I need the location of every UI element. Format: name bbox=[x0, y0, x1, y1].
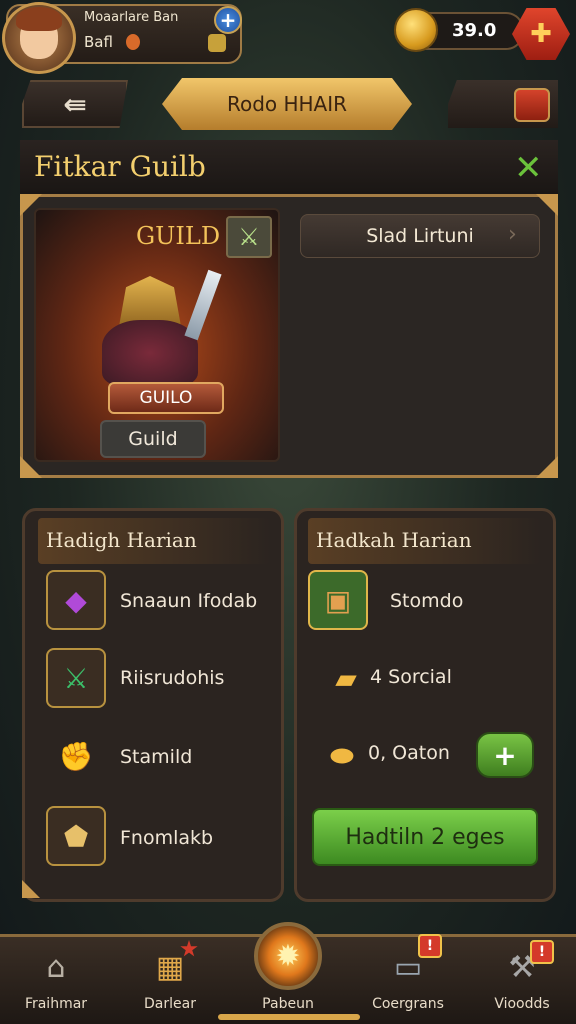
gold-nugget-icon[interactable]: ⬬ bbox=[312, 726, 372, 786]
list-item: Snaaun Ifodab bbox=[120, 590, 258, 612]
active-tab-indicator bbox=[218, 1014, 360, 1020]
nav-item-coergrans[interactable]: ▭ Coergrans bbox=[358, 934, 458, 1024]
green-sword-icon[interactable]: ⚔ bbox=[46, 648, 106, 708]
player-avatar[interactable] bbox=[2, 2, 76, 74]
small-bomb-icon bbox=[126, 34, 140, 50]
add-currency-button[interactable]: ✚ bbox=[512, 8, 570, 60]
list-item: 4 Sorcial bbox=[370, 666, 452, 688]
add-profile-button[interactable]: + bbox=[214, 6, 242, 34]
guild-list-label: Slad Lirtuni bbox=[366, 225, 474, 247]
crossed-swords-button[interactable]: ⚔ bbox=[226, 216, 272, 258]
guild-button[interactable]: Guild bbox=[100, 420, 206, 458]
bag-icon[interactable] bbox=[514, 88, 550, 122]
nav-label: Pabeun bbox=[262, 996, 314, 1012]
nav-label: Vioodds bbox=[494, 996, 550, 1012]
list-item: Fnomlakb bbox=[120, 827, 214, 849]
portrait-title: GUILD bbox=[136, 222, 221, 250]
guild-title: Fitkar Guilb bbox=[34, 150, 206, 183]
list-item: Riisrudohis bbox=[120, 667, 225, 689]
guild-rank-badge: GUILO bbox=[108, 382, 224, 414]
list-item: 0, Oaton bbox=[368, 742, 450, 764]
harvest-action-label: Hadtiln 2 eges bbox=[345, 824, 505, 850]
coin-icon bbox=[394, 8, 438, 52]
purple-gem-icon[interactable]: ◆ bbox=[46, 570, 106, 630]
plus-puzzle-icon: ✚ bbox=[530, 19, 552, 49]
small-gem-icon bbox=[208, 34, 226, 52]
nav-item-fraihmar[interactable]: ⌂ Fraihmar bbox=[6, 934, 106, 1024]
right-panel-title: Hadkah Harian bbox=[316, 528, 472, 552]
treasure-chest-icon[interactable]: ▣ bbox=[308, 570, 368, 630]
player-subtitle: Bafl bbox=[84, 33, 113, 51]
nav-label: Darlear bbox=[144, 996, 196, 1012]
screen-title: Rodo HHAIR bbox=[226, 92, 348, 116]
harvest-action-button[interactable]: Hadtiln 2 eges bbox=[312, 808, 538, 866]
house-icon: ⌂ bbox=[46, 949, 66, 985]
back-button[interactable]: ⇚ bbox=[22, 80, 128, 128]
add-resource-button[interactable]: + bbox=[476, 732, 534, 778]
screen-title-banner: Rodo HHAIR bbox=[162, 78, 412, 130]
nav-label: Fraihmar bbox=[24, 996, 88, 1012]
notification-badge: ! bbox=[530, 940, 554, 964]
crossed-swords-icon: ⚔ bbox=[238, 223, 260, 251]
plus-icon: + bbox=[493, 738, 517, 772]
nav-item-darlear[interactable]: ▦ Darlear bbox=[120, 934, 220, 1024]
nav-label: Coergrans bbox=[372, 996, 444, 1012]
hero-body-icon bbox=[102, 320, 198, 386]
back-arrow-icon: ⇚ bbox=[63, 87, 87, 121]
nav-item-pabeun[interactable]: Pabeun bbox=[238, 934, 338, 1024]
gold-shield-icon[interactable]: ⬟ bbox=[46, 806, 106, 866]
list-item: Stomdo bbox=[390, 590, 464, 612]
close-icon[interactable]: ✕ bbox=[514, 148, 543, 188]
notification-badge: ! bbox=[418, 934, 442, 958]
gold-bar-icon[interactable]: ▰ bbox=[316, 648, 376, 708]
nav-item-vioodds[interactable]: ⚒ Vioodds bbox=[472, 934, 572, 1024]
guild-list-button[interactable]: Slad Lirtuni bbox=[300, 214, 540, 258]
gauntlet-icon[interactable]: ✊ bbox=[46, 726, 106, 786]
left-panel-title: Hadigh Harian bbox=[46, 528, 197, 552]
chevron-right-icon: › bbox=[508, 222, 517, 247]
avatar-face-icon bbox=[16, 7, 62, 59]
player-name: Moaarlare Ban bbox=[84, 10, 179, 25]
list-item: Stamild bbox=[120, 746, 193, 768]
coin-value: 39.0 bbox=[452, 20, 497, 41]
